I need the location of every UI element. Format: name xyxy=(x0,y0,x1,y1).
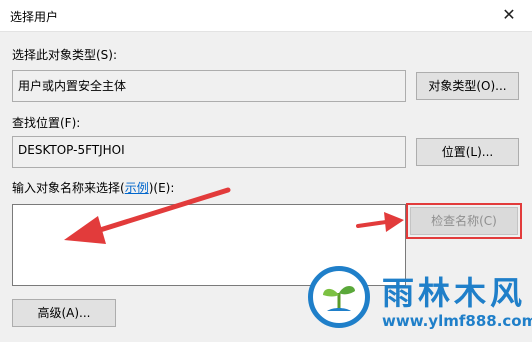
arrow-to-check-shaft xyxy=(356,220,388,228)
watermark-title: 雨林木风 xyxy=(382,274,527,312)
watermark: 雨林木风 www.ylmf888.com xyxy=(304,262,532,342)
watermark-url: www.ylmf888.com xyxy=(382,312,532,330)
arrow-to-check-head xyxy=(384,212,404,232)
arrow-to-input-shaft xyxy=(97,187,231,233)
sprout-icon xyxy=(323,286,355,311)
watermark-logo xyxy=(308,266,370,328)
arrow-to-input-head xyxy=(64,216,106,244)
